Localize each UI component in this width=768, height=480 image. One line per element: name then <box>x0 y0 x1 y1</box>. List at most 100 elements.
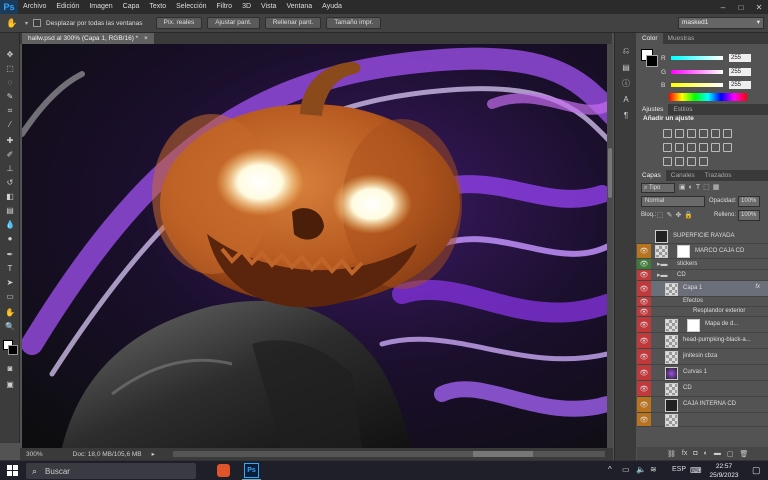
workspace-select[interactable]: masked1 ▾ <box>678 17 764 29</box>
layer-row[interactable]: 👁 Curvas 1 <box>637 365 768 381</box>
visibility-eye-icon[interactable]: 👁 <box>637 397 651 412</box>
color-spectrum[interactable] <box>669 93 747 101</box>
layer-thumbnail[interactable] <box>655 245 668 258</box>
mask-icon[interactable]: ◘ <box>693 450 697 457</box>
layer-thumbnail[interactable] <box>665 318 678 332</box>
hand-tool-icon[interactable]: ✋ <box>3 307 17 318</box>
red-slider[interactable]: R 255 <box>661 53 765 63</box>
menu-10[interactable]: Ayuda <box>317 0 347 14</box>
brightness-icon[interactable] <box>663 129 672 138</box>
document-canvas[interactable] <box>22 44 607 448</box>
taskbar-search[interactable]: ⌕ Buscar <box>26 463 196 479</box>
zoom-level[interactable]: 300% <box>26 451 43 458</box>
zoom-tool-icon[interactable]: 🔍 <box>3 321 17 332</box>
screen-mode-icon[interactable]: ▣ <box>3 379 17 390</box>
fill-screen-button[interactable]: Rellenar pant. <box>264 17 322 29</box>
layer-thumbnail[interactable] <box>665 366 678 380</box>
minimize-icon[interactable]: – <box>714 0 732 14</box>
vertical-scrollbar[interactable] <box>607 44 613 448</box>
group-folder-icon[interactable]: ▸▬ <box>657 271 668 279</box>
layer-thumbnail[interactable] <box>665 413 678 427</box>
gradient-map-icon[interactable] <box>699 157 708 166</box>
layer-row[interactable]: 👁 CD <box>637 381 768 397</box>
filter-icons[interactable]: ▣◐T⬚▦ <box>679 183 722 191</box>
layer-row[interactable]: 👁 CAJA INTERNA CD <box>637 397 768 413</box>
layer-thumbnail[interactable] <box>665 382 678 396</box>
visibility-eye-icon[interactable]: 👁 <box>637 413 651 426</box>
healing-brush-tool-icon[interactable]: ✚ <box>3 135 17 146</box>
visibility-eye-icon[interactable]: 👁 <box>637 297 651 306</box>
info-icon[interactable]: ⓘ <box>619 77 633 89</box>
visibility-eye-icon[interactable] <box>637 229 651 243</box>
hue-icon[interactable] <box>723 129 732 138</box>
document-tab[interactable]: hallw.psd al 300% (Capa 1, RGB/16) * × <box>22 33 154 44</box>
status-menu-icon[interactable]: ▸ <box>152 450 155 458</box>
layer-thumbnail[interactable] <box>665 398 678 412</box>
green-value[interactable]: 255 <box>729 68 751 76</box>
bw-icon[interactable] <box>675 143 684 152</box>
group-folder-icon[interactable]: ▸▬ <box>657 260 668 268</box>
tray-chevron-icon[interactable]: ^ <box>608 465 612 474</box>
opacity-input[interactable]: 100% <box>738 196 760 207</box>
visibility-eye-icon[interactable]: 👁 <box>637 365 651 380</box>
bg-color-swatch[interactable] <box>646 55 658 67</box>
blur-tool-icon[interactable]: 💧 <box>3 219 17 230</box>
dodge-tool-icon[interactable]: ● <box>3 233 17 244</box>
fit-screen-button[interactable]: Ajustar pant. <box>207 17 260 29</box>
red-value[interactable]: 255 <box>729 54 751 62</box>
blue-value[interactable]: 255 <box>729 81 751 89</box>
windows-start-icon[interactable] <box>7 465 18 476</box>
actual-pixels-button[interactable]: Píx. reales <box>155 17 203 29</box>
clone-stamp-tool-icon[interactable]: ⊥ <box>3 163 17 174</box>
history-icon[interactable]: ⎌ <box>619 45 633 57</box>
shape-tool-icon[interactable]: ▭ <box>3 291 17 302</box>
layer-row[interactable]: SUPERFICIE RAYADA <box>637 229 768 244</box>
selective-color-icon[interactable] <box>687 157 696 166</box>
fill-input[interactable]: 100% <box>738 210 760 221</box>
layer-thumbnail[interactable] <box>665 282 678 296</box>
menu-7[interactable]: 3D <box>237 0 256 14</box>
threshold-icon[interactable] <box>675 157 684 166</box>
hscroll-thumb[interactable] <box>472 451 533 457</box>
fx-icon[interactable]: fx <box>682 450 687 457</box>
wifi-icon[interactable]: ≋ <box>650 465 657 474</box>
visibility-eye-icon[interactable]: 👁 <box>637 307 651 316</box>
scrollbar-thumb[interactable] <box>608 148 612 198</box>
visibility-eye-icon[interactable]: 👁 <box>637 349 651 364</box>
quick-select-tool-icon[interactable]: ✎ <box>3 91 17 102</box>
layer-thumbnail[interactable] <box>655 230 668 243</box>
menu-1[interactable]: Edición <box>51 0 84 14</box>
exposure-icon[interactable] <box>699 129 708 138</box>
tab-channels[interactable]: Canales <box>666 170 700 181</box>
close-icon[interactable]: ✕ <box>750 0 768 14</box>
layer-row[interactable]: 👁 head-pumpking-black-a... <box>637 333 768 349</box>
menu-3[interactable]: Capa <box>118 0 145 14</box>
adjustment-icon[interactable]: ◐ <box>704 450 708 457</box>
clock[interactable]: 22:57 25/9/2023 <box>704 462 744 480</box>
visibility-eye-icon[interactable]: 👁 <box>637 244 651 258</box>
color-balance-icon[interactable] <box>663 143 672 152</box>
close-tab-icon[interactable]: × <box>144 35 148 42</box>
horizontal-scrollbar[interactable] <box>172 451 605 457</box>
ime-icon[interactable]: ⌨ <box>690 466 702 475</box>
lasso-tool-icon[interactable]: ◌ <box>3 77 17 88</box>
visibility-eye-icon[interactable]: 👁 <box>637 333 651 348</box>
layer-row[interactable]: 👁 <box>637 413 768 427</box>
layer-row[interactable]: 👁 MARCO CAJA CD <box>637 244 768 259</box>
hand-icon[interactable]: ✋ <box>6 18 20 29</box>
curves-icon[interactable] <box>687 129 696 138</box>
photoshop-taskbar-icon[interactable]: Ps <box>244 463 259 478</box>
new-layer-icon[interactable]: ▢ <box>727 450 734 458</box>
menu-5[interactable]: Selección <box>171 0 211 14</box>
paragraph-icon[interactable]: ¶ <box>619 109 633 121</box>
layer-fx-icon[interactable]: fx <box>755 284 760 290</box>
tab-swatches[interactable]: Muestras <box>663 33 700 44</box>
levels-icon[interactable] <box>675 129 684 138</box>
menu-6[interactable]: Filtro <box>212 0 238 14</box>
layer-row[interactable]: 👁 jinitesin cbza <box>637 349 768 365</box>
language-indicator[interactable]: ESP <box>672 466 686 473</box>
tool-preset-dropdown-icon[interactable]: ▾ <box>25 20 28 27</box>
red-track[interactable] <box>671 56 723 60</box>
menu-9[interactable]: Ventana <box>281 0 317 14</box>
layer-filter-select[interactable]: ⌕ Tipo <box>641 183 675 193</box>
